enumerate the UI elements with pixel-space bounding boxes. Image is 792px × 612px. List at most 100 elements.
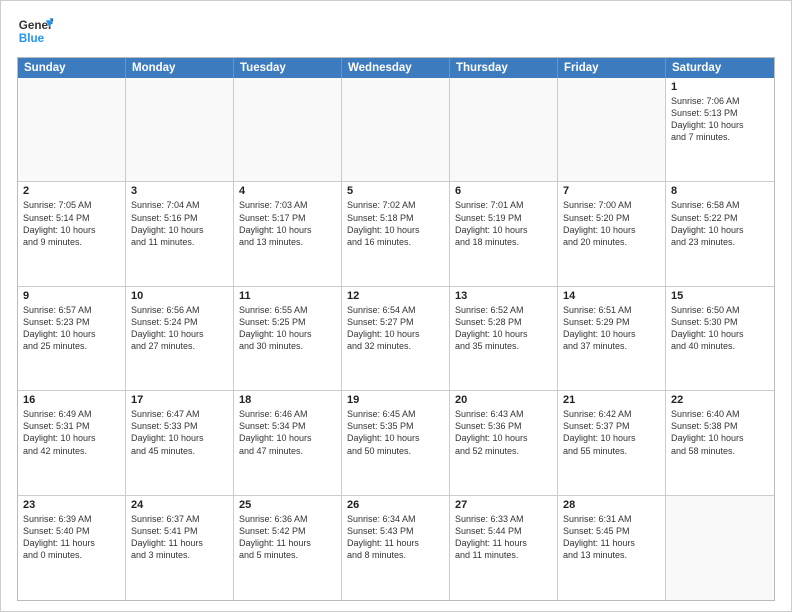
day-number: 3 (131, 185, 228, 197)
calendar-row: 9 Sunrise: 6:57 AM Sunset: 5:23 PM Daylig… (18, 287, 774, 391)
calendar-cell: 19 Sunrise: 6:45 AM Sunset: 5:35 PM Dayli… (342, 391, 450, 494)
calendar-cell: 7 Sunrise: 7:00 AM Sunset: 5:20 PM Daylig… (558, 182, 666, 285)
calendar-cell: 18 Sunrise: 6:46 AM Sunset: 5:34 PM Dayli… (234, 391, 342, 494)
day-info: Sunrise: 6:31 AM Sunset: 5:45 PM Dayligh… (563, 513, 660, 562)
calendar-cell: 5 Sunrise: 7:02 AM Sunset: 5:18 PM Daylig… (342, 182, 450, 285)
calendar-cell: 15 Sunrise: 6:50 AM Sunset: 5:30 PM Dayli… (666, 287, 774, 390)
calendar-cell (666, 496, 774, 600)
calendar-row: 16 Sunrise: 6:49 AM Sunset: 5:31 PM Dayli… (18, 391, 774, 495)
calendar-cell: 1 Sunrise: 7:06 AM Sunset: 5:13 PM Daylig… (666, 78, 774, 181)
calendar-row: 23Sunrise: 6:39 AM Sunset: 5:40 PM Dayli… (18, 496, 774, 600)
calendar-cell: 25 Sunrise: 6:36 AM Sunset: 5:42 PM Dayli… (234, 496, 342, 600)
day-info: Sunrise: 6:50 AM Sunset: 5:30 PM Dayligh… (671, 304, 769, 353)
weekday-label: Monday (126, 58, 234, 78)
calendar-cell (126, 78, 234, 181)
day-info: Sunrise: 7:06 AM Sunset: 5:13 PM Dayligh… (671, 95, 769, 144)
calendar-page: General Blue SundayMondayTuesdayWednesda… (0, 0, 792, 612)
calendar-cell: 10 Sunrise: 6:56 AM Sunset: 5:24 PM Dayli… (126, 287, 234, 390)
day-info: Sunrise: 6:33 AM Sunset: 5:44 PM Dayligh… (455, 513, 552, 562)
calendar-cell (18, 78, 126, 181)
day-info: Sunrise: 6:55 AM Sunset: 5:25 PM Dayligh… (239, 304, 336, 353)
calendar: SundayMondayTuesdayWednesdayThursdayFrid… (17, 57, 775, 601)
calendar-cell: 4 Sunrise: 7:03 AM Sunset: 5:17 PM Daylig… (234, 182, 342, 285)
calendar-cell: 17 Sunrise: 6:47 AM Sunset: 5:33 PM Dayli… (126, 391, 234, 494)
day-info: Sunrise: 6:57 AM Sunset: 5:23 PM Dayligh… (23, 304, 120, 353)
calendar-cell (450, 78, 558, 181)
day-info: Sunrise: 6:37 AM Sunset: 5:41 PM Dayligh… (131, 513, 228, 562)
calendar-cell: 2 Sunrise: 7:05 AM Sunset: 5:14 PM Daylig… (18, 182, 126, 285)
weekday-label: Saturday (666, 58, 774, 78)
day-info: Sunrise: 7:02 AM Sunset: 5:18 PM Dayligh… (347, 199, 444, 248)
calendar-cell: 11Sunrise: 6:55 AM Sunset: 5:25 PM Dayli… (234, 287, 342, 390)
calendar-row: 1 Sunrise: 7:06 AM Sunset: 5:13 PM Daylig… (18, 78, 774, 182)
day-number: 5 (347, 185, 444, 197)
day-number: 15 (671, 290, 769, 302)
calendar-cell (558, 78, 666, 181)
calendar-cell: 28 Sunrise: 6:31 AM Sunset: 5:45 PM Dayli… (558, 496, 666, 600)
calendar-cell: 3 Sunrise: 7:04 AM Sunset: 5:16 PM Daylig… (126, 182, 234, 285)
day-info: Sunrise: 6:56 AM Sunset: 5:24 PM Dayligh… (131, 304, 228, 353)
calendar-cell: 27 Sunrise: 6:33 AM Sunset: 5:44 PM Dayli… (450, 496, 558, 600)
calendar-cell: 20 Sunrise: 6:43 AM Sunset: 5:36 PM Dayli… (450, 391, 558, 494)
day-info: Sunrise: 6:45 AM Sunset: 5:35 PM Dayligh… (347, 408, 444, 457)
day-info: Sunrise: 6:49 AM Sunset: 5:31 PM Dayligh… (23, 408, 120, 457)
day-number: 28 (563, 499, 660, 511)
calendar-cell: 23Sunrise: 6:39 AM Sunset: 5:40 PM Dayli… (18, 496, 126, 600)
day-number: 23 (23, 499, 120, 511)
day-info: Sunrise: 6:47 AM Sunset: 5:33 PM Dayligh… (131, 408, 228, 457)
day-info: Sunrise: 6:46 AM Sunset: 5:34 PM Dayligh… (239, 408, 336, 457)
day-info: Sunrise: 6:42 AM Sunset: 5:37 PM Dayligh… (563, 408, 660, 457)
calendar-cell (234, 78, 342, 181)
calendar-row: 2 Sunrise: 7:05 AM Sunset: 5:14 PM Daylig… (18, 182, 774, 286)
day-info: Sunrise: 7:03 AM Sunset: 5:17 PM Dayligh… (239, 199, 336, 248)
day-number: 2 (23, 185, 120, 197)
day-number: 22 (671, 394, 769, 406)
calendar-cell: 16 Sunrise: 6:49 AM Sunset: 5:31 PM Dayli… (18, 391, 126, 494)
day-info: Sunrise: 6:34 AM Sunset: 5:43 PM Dayligh… (347, 513, 444, 562)
day-number: 6 (455, 185, 552, 197)
day-number: 17 (131, 394, 228, 406)
calendar-cell: 21 Sunrise: 6:42 AM Sunset: 5:37 PM Dayli… (558, 391, 666, 494)
day-info: Sunrise: 7:04 AM Sunset: 5:16 PM Dayligh… (131, 199, 228, 248)
day-number: 8 (671, 185, 769, 197)
weekday-label: Sunday (18, 58, 126, 78)
day-info: Sunrise: 6:54 AM Sunset: 5:27 PM Dayligh… (347, 304, 444, 353)
svg-text:Blue: Blue (19, 32, 45, 45)
day-info: Sunrise: 6:58 AM Sunset: 5:22 PM Dayligh… (671, 199, 769, 248)
calendar-cell: 14Sunrise: 6:51 AM Sunset: 5:29 PM Dayli… (558, 287, 666, 390)
day-number: 10 (131, 290, 228, 302)
day-info: Sunrise: 7:05 AM Sunset: 5:14 PM Dayligh… (23, 199, 120, 248)
day-number: 1 (671, 81, 769, 93)
day-number: 18 (239, 394, 336, 406)
day-number: 19 (347, 394, 444, 406)
day-number: 21 (563, 394, 660, 406)
day-number: 20 (455, 394, 552, 406)
day-number: 4 (239, 185, 336, 197)
day-number: 7 (563, 185, 660, 197)
day-info: Sunrise: 6:40 AM Sunset: 5:38 PM Dayligh… (671, 408, 769, 457)
calendar-cell: 24 Sunrise: 6:37 AM Sunset: 5:41 PM Dayli… (126, 496, 234, 600)
day-number: 16 (23, 394, 120, 406)
calendar-header: SundayMondayTuesdayWednesdayThursdayFrid… (18, 58, 774, 78)
calendar-cell (342, 78, 450, 181)
day-number: 9 (23, 290, 120, 302)
calendar-cell: 6 Sunrise: 7:01 AM Sunset: 5:19 PM Daylig… (450, 182, 558, 285)
day-number: 25 (239, 499, 336, 511)
day-number: 13 (455, 290, 552, 302)
calendar-cell: 9 Sunrise: 6:57 AM Sunset: 5:23 PM Daylig… (18, 287, 126, 390)
calendar-cell: 22 Sunrise: 6:40 AM Sunset: 5:38 PM Dayli… (666, 391, 774, 494)
day-number: 14 (563, 290, 660, 302)
day-number: 26 (347, 499, 444, 511)
day-number: 24 (131, 499, 228, 511)
day-number: 27 (455, 499, 552, 511)
weekday-label: Tuesday (234, 58, 342, 78)
calendar-cell: 12Sunrise: 6:54 AM Sunset: 5:27 PM Dayli… (342, 287, 450, 390)
day-info: Sunrise: 6:36 AM Sunset: 5:42 PM Dayligh… (239, 513, 336, 562)
weekday-label: Friday (558, 58, 666, 78)
day-info: Sunrise: 6:43 AM Sunset: 5:36 PM Dayligh… (455, 408, 552, 457)
day-info: Sunrise: 7:01 AM Sunset: 5:19 PM Dayligh… (455, 199, 552, 248)
calendar-cell: 26 Sunrise: 6:34 AM Sunset: 5:43 PM Dayli… (342, 496, 450, 600)
header: General Blue (17, 13, 775, 49)
day-info: Sunrise: 6:52 AM Sunset: 5:28 PM Dayligh… (455, 304, 552, 353)
day-info: Sunrise: 7:00 AM Sunset: 5:20 PM Dayligh… (563, 199, 660, 248)
